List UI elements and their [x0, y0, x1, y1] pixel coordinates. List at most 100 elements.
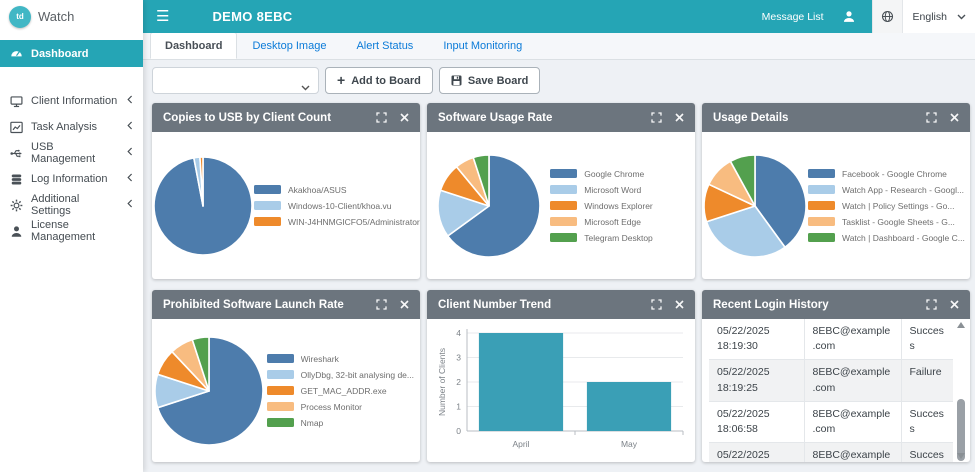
sidebar-item-log-information[interactable]: Log Information	[0, 166, 143, 192]
pie-chart	[152, 335, 267, 447]
cell-status: Success	[901, 401, 953, 442]
expand-icon[interactable]	[376, 112, 387, 123]
legend-label: Microsoft Word	[584, 185, 641, 195]
widget-header: Software Usage Rate	[427, 103, 695, 132]
legend-item[interactable]: Facebook - Google Chrome	[808, 169, 965, 179]
table-row: 05/22/2025 18:19:258EBC@example.comFailu…	[709, 360, 953, 401]
legend-label: Tasklist - Google Sheets - G...	[842, 217, 955, 227]
sidebar: td Watch Dashboard Client InformationTas…	[0, 0, 143, 472]
tab-desktop-image[interactable]: Desktop Image	[237, 32, 341, 59]
close-icon[interactable]	[675, 113, 684, 122]
language-selector[interactable]: English	[872, 0, 975, 33]
tab-alert-status[interactable]: Alert Status	[341, 32, 428, 59]
legend-item[interactable]: Microsoft Word	[550, 185, 689, 195]
login-history-table: 05/22/2025 18:19:308EBC@example.comSucce…	[702, 319, 970, 462]
sidebar-item-license-management[interactable]: License Management	[0, 218, 143, 244]
legend-item[interactable]: Process Monitor	[267, 402, 414, 412]
chevron-down-icon	[957, 14, 975, 20]
legend-swatch	[808, 185, 835, 194]
dashboard-widgets-grid: Copies to USB by Client CountAkakhoa/ASU…	[152, 103, 970, 462]
legend-item[interactable]: Nmap	[267, 418, 414, 428]
sidebar-item-usb-management[interactable]: USB Management	[0, 140, 143, 166]
legend-item[interactable]: Watch App - Research - Googl...	[808, 185, 965, 195]
legend-label: Telegram Desktop	[584, 233, 653, 243]
bar-chart: 01234AprilMayNumber of Clients	[427, 321, 695, 461]
widget-title: Software Usage Rate	[438, 112, 638, 124]
brand[interactable]: td Watch	[0, 0, 143, 33]
legend-swatch	[254, 201, 281, 210]
legend-label: Google Chrome	[584, 169, 644, 179]
hamburger-menu-icon[interactable]: ☰	[143, 0, 182, 33]
widget-header: Usage Details	[702, 103, 970, 132]
board-select[interactable]	[152, 67, 319, 94]
tab-input-monitoring[interactable]: Input Monitoring	[428, 32, 537, 59]
cell-status: Success	[901, 443, 953, 462]
expand-icon[interactable]	[926, 112, 937, 123]
legend-swatch	[550, 185, 577, 194]
bar	[479, 333, 563, 431]
chevron-left-icon	[127, 173, 133, 185]
widget-body: Facebook - Google Chrome Watch App - Rese…	[702, 132, 970, 279]
legend-item[interactable]: Wireshark	[267, 354, 414, 364]
close-icon[interactable]	[400, 300, 409, 309]
chevron-left-icon	[127, 95, 133, 107]
legend-item[interactable]: WIN-J4HNMGICFO5/Administrator	[254, 217, 420, 227]
page-title: DEMO 8EBC	[212, 9, 292, 24]
legend-item[interactable]: Google Chrome	[550, 169, 689, 179]
task-chart-icon	[10, 121, 23, 134]
close-icon[interactable]	[950, 113, 959, 122]
legend-label: Process Monitor	[301, 402, 362, 412]
legend-item[interactable]: Telegram Desktop	[550, 233, 689, 243]
expand-icon[interactable]	[651, 299, 662, 310]
scroll-thumb[interactable]	[957, 399, 965, 461]
legend-item[interactable]: Watch | Dashboard - Google C...	[808, 233, 965, 243]
tab-dashboard[interactable]: Dashboard	[150, 32, 237, 59]
svg-text:2: 2	[456, 377, 461, 387]
widget-software-usage-rate: Software Usage Rate Google Chrome Microsof…	[427, 103, 695, 279]
expand-icon[interactable]	[651, 112, 662, 123]
expand-icon[interactable]	[376, 299, 387, 310]
legend-label: Microsoft Edge	[584, 217, 641, 227]
sidebar-item-label: USB Management	[31, 141, 119, 165]
table-scrollbar[interactable]	[955, 322, 967, 459]
legend-item[interactable]: Microsoft Edge	[550, 217, 689, 227]
sidebar-item-additional-settings[interactable]: Additional Settings	[0, 192, 143, 218]
close-icon[interactable]	[675, 300, 684, 309]
cell-account: 8EBC@example.com	[804, 401, 901, 442]
sidebar-item-client-information[interactable]: Client Information	[0, 88, 143, 114]
message-list-link[interactable]: Message List	[762, 11, 824, 23]
table-row: 05/22/2025 18:06:438EBC@example.comSucce…	[709, 443, 953, 462]
legend-item[interactable]: Watch | Policy Settings - Go...	[808, 201, 965, 211]
widget-title: Usage Details	[713, 112, 913, 124]
svg-text:May: May	[621, 439, 638, 449]
legend-item[interactable]: OllyDbg, 32-bit analysing de...	[267, 370, 414, 380]
widget-recent-login-history: Recent Login History05/22/2025 18:19:308…	[702, 290, 970, 462]
legend-item[interactable]: Windows-10-Client/khoa.vu	[254, 201, 420, 211]
cell-status: Success	[901, 319, 953, 360]
legend-label: WIN-J4HNMGICFO5/Administrator	[288, 217, 420, 227]
legend-swatch	[550, 217, 577, 226]
pie-chart	[702, 153, 808, 259]
widget-body: 05/22/2025 18:19:308EBC@example.comSucce…	[702, 319, 970, 462]
chevron-down-icon	[301, 78, 310, 96]
legend-label: Facebook - Google Chrome	[842, 169, 947, 179]
scroll-up-arrow[interactable]	[957, 322, 965, 328]
close-icon[interactable]	[400, 113, 409, 122]
table-row: 05/22/2025 18:06:588EBC@example.comSucce…	[709, 401, 953, 442]
user-account-button[interactable]	[842, 10, 856, 23]
sidebar-item-dashboard[interactable]: Dashboard	[0, 40, 143, 67]
widget-body: Wireshark OllyDbg, 32-bit analysing de...…	[152, 319, 420, 462]
add-to-board-button[interactable]: + Add to Board	[325, 67, 433, 94]
expand-icon[interactable]	[926, 299, 937, 310]
widget-header: Client Number Trend	[427, 290, 695, 319]
legend-item[interactable]: GET_MAC_ADDR.exe	[267, 386, 414, 396]
close-icon[interactable]	[950, 300, 959, 309]
legend-label: Watch App - Research - Googl...	[842, 185, 964, 195]
legend-item[interactable]: Windows Explorer	[550, 201, 689, 211]
scroll-down-arrow[interactable]	[957, 453, 965, 459]
legend-item[interactable]: Tasklist - Google Sheets - G...	[808, 217, 965, 227]
sidebar-item-task-analysis[interactable]: Task Analysis	[0, 114, 143, 140]
legend-item[interactable]: Akakhoa/ASUS	[254, 185, 420, 195]
usb-icon	[10, 147, 23, 160]
save-board-button[interactable]: Save Board	[439, 67, 541, 94]
